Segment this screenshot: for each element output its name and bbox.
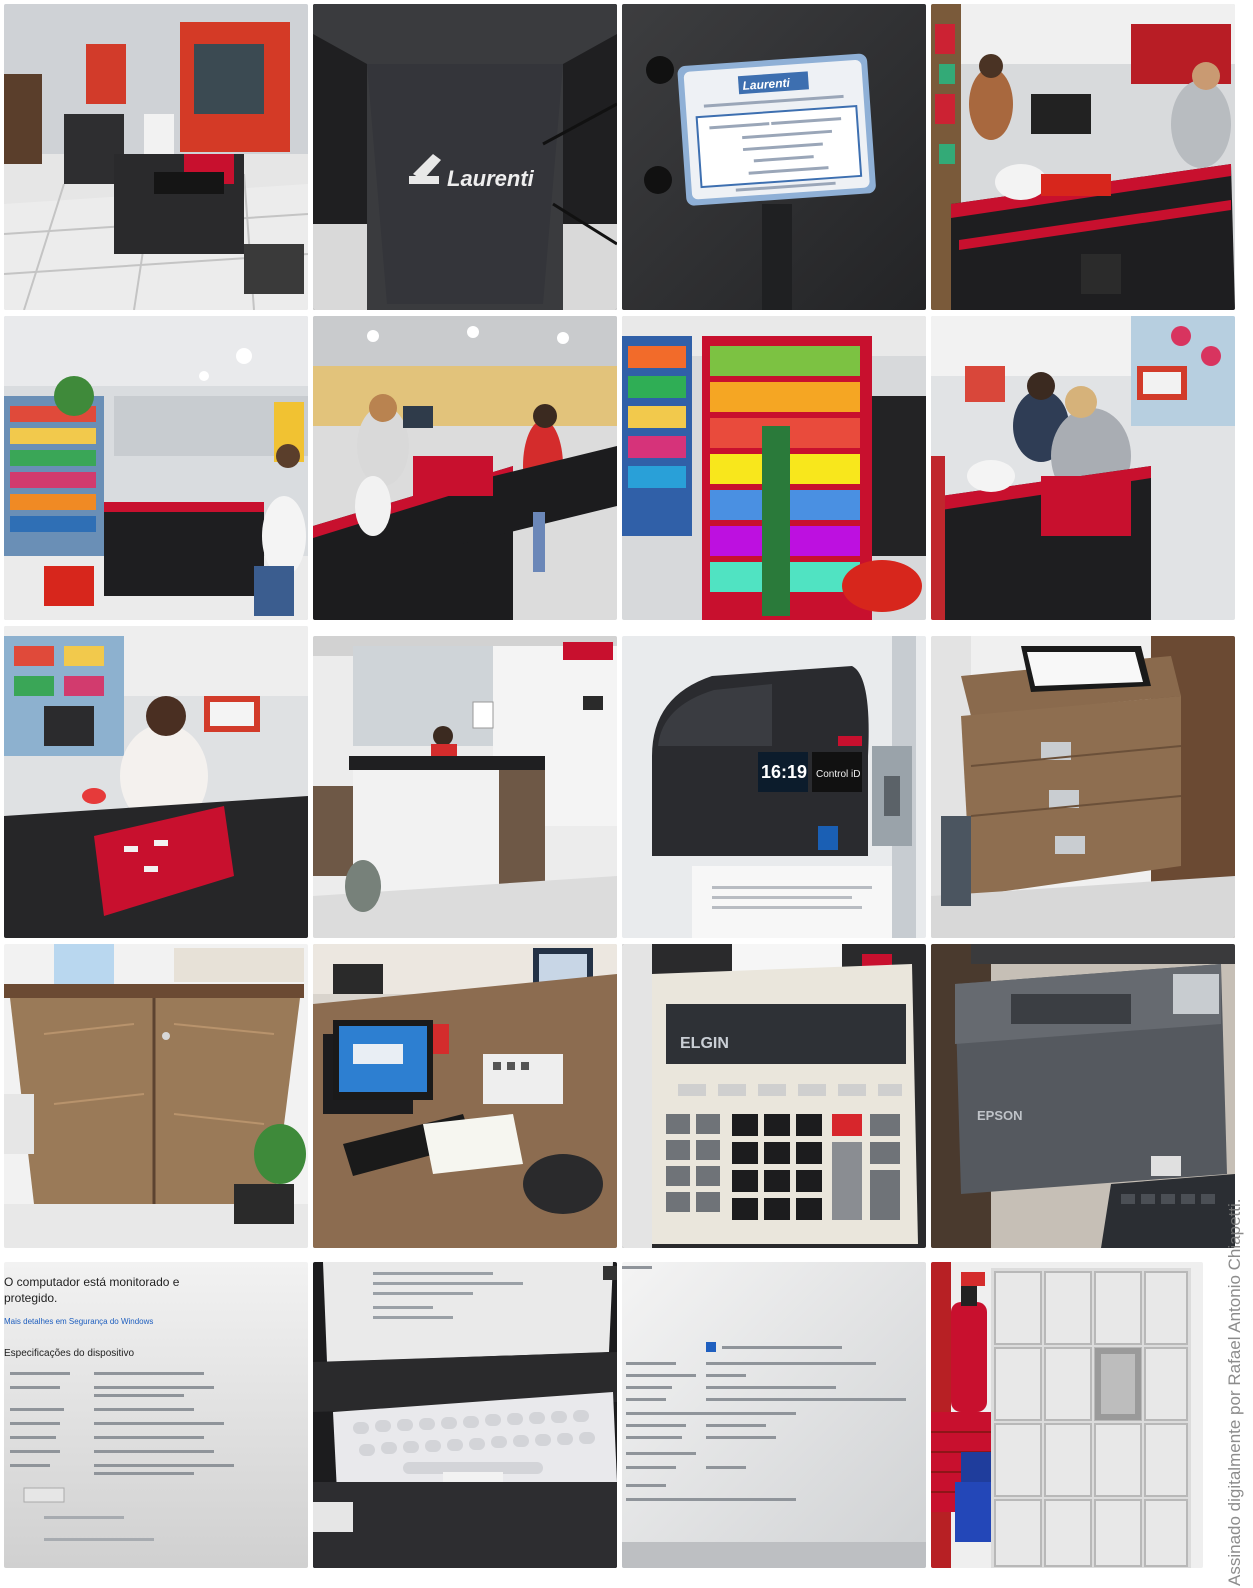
monitor-keyboard-photo: [313, 1262, 617, 1568]
office-desk-photo: [313, 944, 617, 1248]
security-status-line-1: O computador está monitorado e: [4, 1275, 180, 1289]
digital-signature-text: Assinado digitalmente por Rafael Antonio…: [1225, 1198, 1244, 1586]
laurenti-brand-text: Laurenti: [447, 166, 535, 191]
windows-security-screen-photo: O computador está monitorado e protegido…: [4, 1262, 308, 1568]
digital-signature-watermark: Assinado digitalmente por Rafael Antonio…: [1225, 886, 1251, 1586]
wood-cabinet-photo: [4, 944, 308, 1248]
epson-brand-text: EPSON: [977, 1108, 1023, 1123]
elgin-brand-text: ELGIN: [680, 1035, 729, 1052]
receipt-printer-photo: EPSON: [931, 944, 1235, 1248]
service-counter-photo: [313, 636, 617, 938]
cashier-red-bags-photo: [4, 626, 308, 938]
time-clock-photo: 16:19 Control iD: [622, 636, 926, 938]
store-aisle-photo: [4, 316, 308, 620]
security-details-link: Mais detalhes em Segurança do Windows: [4, 1317, 153, 1326]
control-id-brand: Control iD: [816, 769, 860, 780]
clock-time-readout: 16:19: [761, 762, 807, 782]
self-checkout-kiosk-photo: [4, 4, 308, 310]
laurenti-label-photo: Laurenti: [622, 4, 926, 310]
candy-rack-photo: [622, 316, 926, 620]
device-specs-heading: Especificações do dispositivo: [4, 1348, 135, 1359]
checkout-lanes-photo-2: [313, 316, 617, 620]
windows-specs-screen-photo: [622, 1262, 926, 1568]
checkout-lanes-photo-1: [931, 4, 1235, 310]
lockers-extinguisher-photo: [931, 1262, 1203, 1568]
laurenti-stand-photo: Laurenti: [313, 4, 617, 310]
security-status-line-2: protegido.: [4, 1291, 57, 1305]
drawer-cabinet-photo: [931, 636, 1235, 938]
cashier-station-photo: [931, 316, 1235, 620]
calculator-photo: ELGIN: [622, 944, 926, 1248]
